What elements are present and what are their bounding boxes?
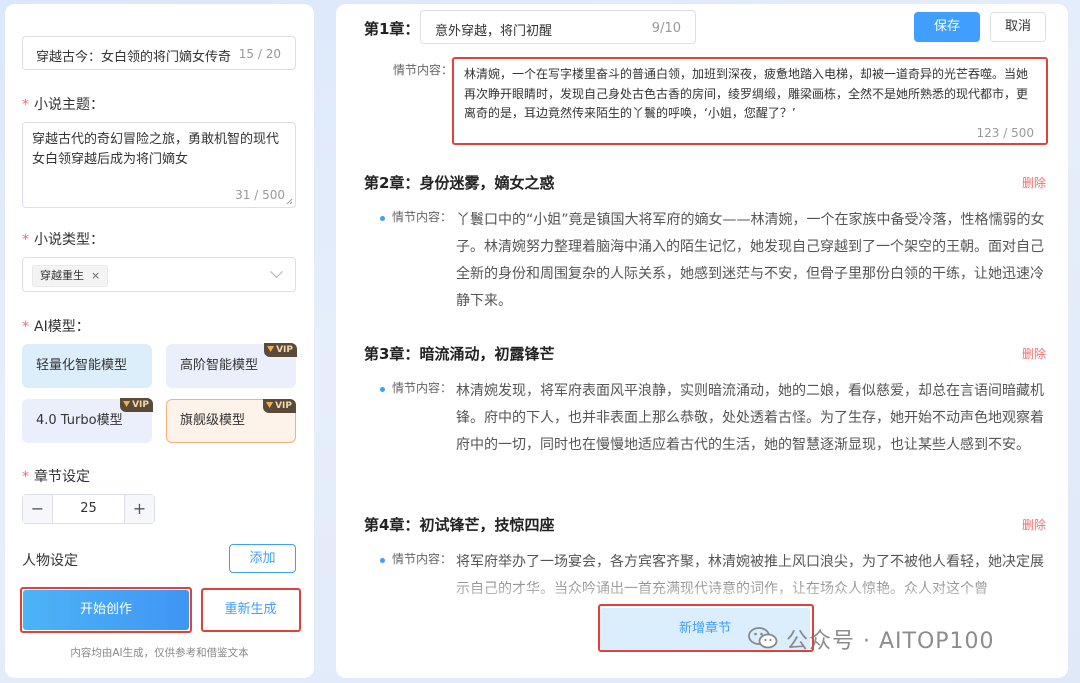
tag-close-icon[interactable]: × bbox=[91, 269, 100, 282]
cancel-button[interactable]: 取消 bbox=[990, 12, 1046, 42]
model-option-flagship[interactable]: 旗舰级模型 VIP bbox=[166, 399, 296, 443]
bullet-dot-icon bbox=[380, 216, 385, 221]
theme-textarea[interactable]: 穿越古代的奇幻冒险之旅，勇敢机智的现代女白领穿越后成为将门嫡女 31 / 500 bbox=[22, 122, 296, 208]
chapter-2-plot-text: 丫鬟口中的“小姐”竟是镇国大将军府的嫡女——林清婉，一个在家族中备受冷落，性格懦… bbox=[456, 212, 1045, 309]
chapter-4-heading: 第4章：初试锋芒，技惊四座 bbox=[364, 516, 555, 534]
increment-button[interactable]: + bbox=[124, 495, 154, 523]
chapter-editor-panel: 第1章： 意外穿越，将门初醒 9/10 保存 取消 情节内容： 林清婉，一个在写… bbox=[336, 4, 1068, 678]
chapter-2-heading: 第2章：身份迷雾，嫡女之惑 bbox=[364, 174, 555, 192]
chevron-down-icon[interactable] bbox=[270, 265, 283, 279]
ai-disclaimer: 内容均由AI生成，仅供参考和借鉴文本 bbox=[70, 647, 249, 659]
wechat-icon bbox=[748, 627, 778, 649]
delete-chapter-4-button[interactable]: 删除 bbox=[1022, 516, 1046, 533]
chapter-count-stepper[interactable]: − 25 + bbox=[22, 494, 155, 524]
regenerate-button[interactable]: 重新生成 bbox=[204, 591, 297, 629]
model-option-advanced[interactable]: 高阶智能模型 VIP bbox=[166, 343, 297, 388]
vip-badge: VIP bbox=[264, 343, 297, 357]
watermark-text: 公众号 · AITOP100 bbox=[786, 629, 995, 654]
model-option-light[interactable]: 轻量化智能模型 bbox=[22, 344, 152, 388]
genre-tag: 穿越重生 × bbox=[32, 265, 109, 287]
character-setting-label: 人物设定 bbox=[22, 553, 78, 569]
model-option-turbo[interactable]: 4.0 Turbo模型 VIP bbox=[22, 398, 153, 443]
diamond-icon bbox=[266, 402, 274, 408]
vip-badge: VIP bbox=[120, 398, 153, 412]
genre-label: * 小说类型： bbox=[22, 232, 104, 248]
theme-value: 穿越古代的奇幻冒险之旅，勇敢机智的现代女白领穿越后成为将门嫡女 bbox=[32, 132, 280, 167]
highlight-frame bbox=[452, 57, 1048, 145]
decrement-button[interactable]: − bbox=[23, 495, 53, 523]
bullet-dot-icon bbox=[380, 387, 385, 392]
delete-chapter-3-button[interactable]: 删除 bbox=[1022, 345, 1046, 362]
save-button[interactable]: 保存 bbox=[914, 12, 980, 42]
vip-badge: VIP bbox=[263, 399, 296, 413]
chapter-3-plot-text: 林清婉发现，将军府表面风平浪静，实则暗流涌动，她的二娘，看似慈爱，却总在言语间暗… bbox=[456, 383, 1044, 453]
delete-chapter-2-button[interactable]: 删除 bbox=[1022, 174, 1046, 191]
start-writing-button[interactable]: 开始创作 bbox=[23, 590, 189, 630]
add-character-button[interactable]: 添加 bbox=[229, 544, 296, 573]
settings-panel: 穿越古今：女白领的将门嫡女传奇 15 / 20 * 小说主题： 穿越古代的奇幻冒险… bbox=[5, 4, 314, 678]
chapter-1-label: 第1章： bbox=[364, 20, 420, 38]
ai-model-label: * AI模型： bbox=[22, 319, 90, 335]
chapter-1-plot-label: 情节内容： bbox=[393, 63, 454, 77]
theme-counter: 31 / 500 bbox=[235, 188, 285, 202]
chapter-3-heading: 第3章：暗流涌动，初露锋芒 bbox=[364, 345, 555, 363]
diamond-icon bbox=[267, 346, 275, 352]
add-chapter-button[interactable]: 新增章节 bbox=[600, 608, 810, 650]
chapter-1-title-value: 意外穿越，将门初醒 bbox=[435, 24, 553, 39]
novel-title-counter: 15 / 20 bbox=[238, 47, 281, 61]
diamond-icon bbox=[123, 401, 131, 407]
bullet-dot-icon bbox=[380, 558, 385, 563]
theme-label: * 小说主题： bbox=[22, 97, 104, 113]
chapter-1-title-input[interactable]: 意外穿越，将门初醒 9/10 bbox=[420, 10, 696, 44]
novel-title-input[interactable]: 穿越古今：女白领的将门嫡女传奇 15 / 20 bbox=[22, 36, 296, 70]
chapter-setting-label: * 章节设定 bbox=[22, 469, 90, 485]
novel-title-value: 穿越古今：女白领的将门嫡女传奇 bbox=[36, 50, 232, 65]
chapter-count-value[interactable]: 25 bbox=[53, 501, 124, 516]
genre-select[interactable]: 穿越重生 × bbox=[22, 257, 296, 292]
chapter-1-title-counter: 9/10 bbox=[651, 21, 681, 36]
resize-handle-icon[interactable] bbox=[286, 198, 293, 205]
